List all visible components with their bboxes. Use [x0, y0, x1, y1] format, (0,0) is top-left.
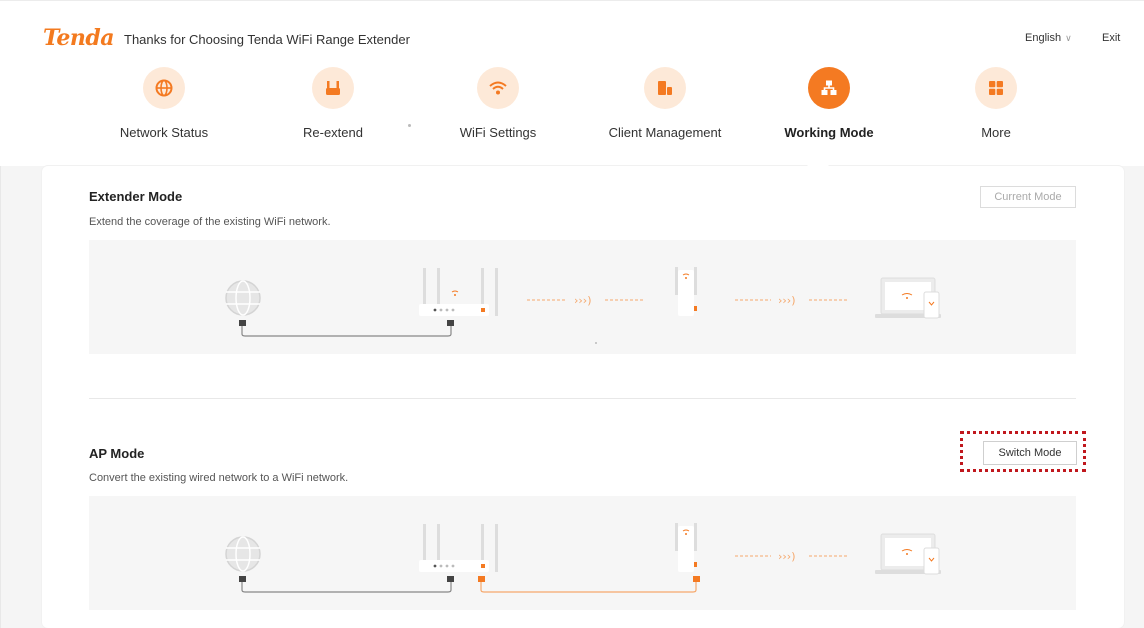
switch-mode-highlight [960, 431, 1086, 472]
current-mode-button: Current Mode [980, 186, 1076, 208]
extender-icon [312, 67, 354, 109]
tab-label: Client Management [608, 125, 722, 140]
section-divider [89, 398, 1076, 399]
brand-logo: Tenda [43, 25, 114, 51]
tab-label: Network Status [119, 125, 209, 140]
client-icon [644, 67, 686, 109]
range-extender-icon [675, 523, 697, 572]
decorative-dot [595, 342, 597, 344]
extender-mode-diagram: ›››) ›››) [89, 240, 1076, 354]
language-label: English [1025, 32, 1062, 44]
tab-more[interactable]: More [926, 67, 1066, 140]
globe-icon [143, 67, 185, 109]
grid-icon [975, 67, 1017, 109]
header: Tenda Thanks for Choosing Tenda WiFi Ran… [0, 0, 1144, 70]
router-icon [419, 268, 498, 316]
extender-mode-title: Extender Mode [89, 189, 183, 204]
internet-globe-icon [225, 280, 261, 316]
exit-link[interactable]: Exit [1102, 32, 1120, 44]
router-icon [419, 524, 498, 572]
tab-label: WiFi Settings [459, 125, 537, 140]
tab-re-extend[interactable]: Re-extend [263, 67, 403, 140]
internet-globe-icon [225, 536, 261, 572]
ap-mode-description: Convert the existing wired network to a … [89, 472, 349, 484]
active-tab-pointer [806, 155, 830, 167]
extender-mode-description: Extend the coverage of the existing WiFi… [89, 216, 331, 228]
decorative-dot [408, 124, 411, 127]
tab-network-status[interactable]: Network Status [94, 67, 234, 140]
ap-mode-diagram: ›››) [89, 496, 1076, 610]
chevron-down-icon: ∨ [1065, 33, 1072, 43]
range-extender-icon [675, 267, 697, 316]
svg-text:›››): ›››) [778, 550, 796, 563]
ap-mode-title: AP Mode [89, 446, 145, 461]
wifi-icon [477, 67, 519, 109]
svg-text:›››): ›››) [574, 294, 592, 307]
tab-wifi-settings[interactable]: WiFi Settings [428, 67, 568, 140]
svg-text:›››): ›››) [778, 294, 796, 307]
tab-working-mode[interactable]: Working Mode [759, 67, 899, 140]
laptop-phone-icon [875, 277, 941, 319]
page-title: Thanks for Choosing Tenda WiFi Range Ext… [124, 32, 410, 47]
tab-client-management[interactable]: Client Management [595, 67, 735, 140]
tab-label: More [981, 125, 1011, 140]
language-select[interactable]: English ∨ [1025, 32, 1072, 44]
laptop-phone-icon [875, 533, 941, 575]
tab-label: Re-extend [303, 125, 363, 140]
tab-label: Working Mode [784, 125, 874, 140]
network-icon [808, 67, 850, 109]
